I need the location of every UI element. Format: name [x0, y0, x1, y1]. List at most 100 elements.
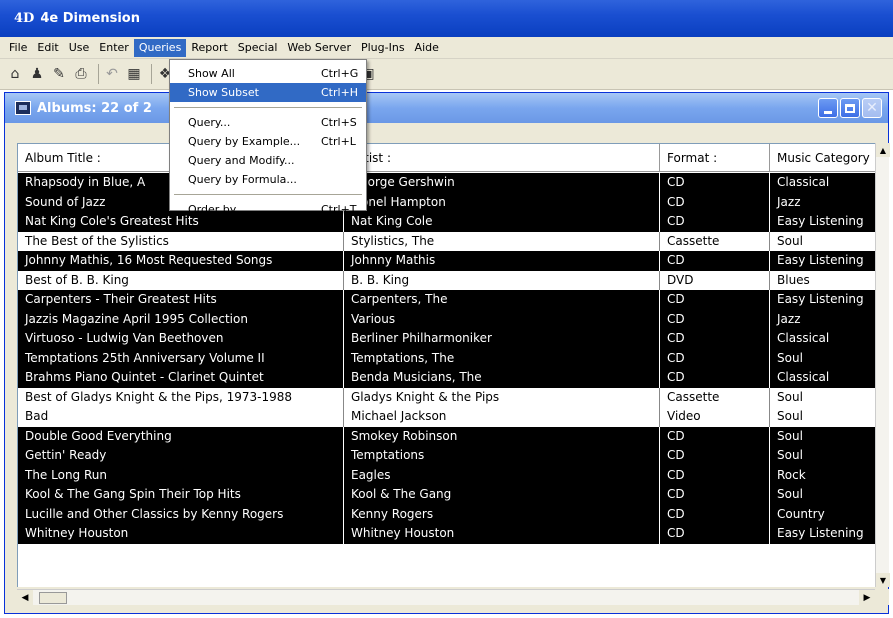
table-row[interactable]: Best of B. B. King B. B. King DVD Blues	[18, 270, 875, 290]
table-body: Rhapsody in Blue, A George Gershwin CD Clas…	[18, 173, 875, 544]
table-row[interactable]: Bad Michael Jackson Video Soul	[18, 407, 875, 427]
table-icon[interactable]: ▦	[125, 65, 143, 83]
cell-artist: Temptations, The	[344, 348, 660, 368]
menu-special[interactable]: Special	[233, 39, 283, 57]
cell-title: Lucille and Other Classics by Kenny Roge…	[18, 504, 344, 524]
table-row[interactable]: Carpenters - Their Greatest Hits Carpente…	[18, 290, 875, 310]
cell-format: CD	[660, 192, 770, 212]
menu-item-label: Query...	[188, 116, 231, 129]
table-row[interactable]: Gettin' Ready Temptations CD Soul	[18, 446, 875, 466]
table-row[interactable]: Nat King Cole's Greatest Hits Nat King Co…	[18, 212, 875, 232]
menu-file[interactable]: File	[4, 39, 32, 57]
scroll-down-arrow-icon[interactable]: ▼	[876, 573, 890, 587]
column-header-3[interactable]: Format :	[660, 144, 770, 172]
table-row[interactable]: Johnny Mathis, 16 Most Requested Songs Jo…	[18, 251, 875, 271]
menu-item-query[interactable]: Query... Ctrl+S	[170, 113, 366, 132]
cell-artist: Whitney Houston	[344, 524, 660, 544]
menu-edit[interactable]: Edit	[32, 39, 63, 57]
menu-item-show-all[interactable]: Show All Ctrl+G	[170, 64, 366, 83]
table-row[interactable]: Rhapsody in Blue, A George Gershwin CD Clas…	[18, 173, 875, 193]
cell-artist: Various	[344, 309, 660, 329]
column-header-4[interactable]: Music Category :	[770, 144, 875, 172]
scroll-left-arrow-icon[interactable]: ◀	[17, 590, 33, 605]
maximize-button[interactable]	[840, 98, 860, 118]
menu-item-label: Query by Formula...	[188, 173, 297, 186]
maximize-icon	[845, 103, 855, 113]
cell-category: Soul	[777, 409, 803, 423]
menu-item-query-by-example[interactable]: Query by Example... Ctrl+L	[170, 132, 366, 151]
menu-web-server[interactable]: Web Server	[282, 39, 356, 57]
cell-title: Jazzis Magazine April 1995 Collection	[18, 309, 344, 329]
cell-artist: Eagles	[344, 465, 660, 485]
table-row[interactable]: The Best of the Sylistics Stylistics, The…	[18, 231, 875, 251]
menu-separator	[174, 194, 362, 195]
cell-title: Temptations 25th Anniversary Volume II	[18, 348, 344, 368]
cell-format: CD	[660, 465, 770, 485]
cell-format: CD	[660, 426, 770, 446]
menu-item-shortcut: Ctrl+H	[321, 86, 359, 99]
queries-dropdown-menu: Show All Ctrl+G Show Subset Ctrl+H Query... C…	[169, 59, 367, 216]
menu-item-label: Query and Modify...	[188, 154, 295, 167]
menu-item-query-and-modify[interactable]: Query and Modify...	[170, 151, 366, 170]
scroll-right-arrow-icon[interactable]: ▶	[859, 590, 875, 605]
minimize-button[interactable]	[818, 98, 838, 118]
cell-category: Country	[777, 506, 825, 521]
cell-title: The Best of the Sylistics	[18, 231, 344, 251]
resize-grip-icon[interactable]	[875, 589, 889, 605]
table-row[interactable]: Double Good Everything Smokey Robinson CD S…	[18, 426, 875, 446]
cell-format: CD	[660, 329, 770, 349]
cell-title: Brahms Piano Quintet - Clarinet Quintet	[18, 368, 344, 388]
cell-category: Easy Listening	[777, 292, 864, 306]
scroll-up-arrow-icon[interactable]: ▲	[876, 143, 890, 157]
cell-artist: Stylistics, The	[344, 231, 660, 251]
table-row[interactable]: Lucille and Other Classics by Kenny Roge…	[18, 504, 875, 524]
cell-format: CD	[660, 173, 770, 193]
cell-artist: Gladys Knight & the Pips	[344, 387, 660, 407]
cell-format: CD	[660, 251, 770, 271]
horizontal-scrollbar[interactable]: ◀ ▶	[17, 589, 875, 605]
column-header-2[interactable]: Artist :	[344, 144, 660, 172]
open-folder-icon[interactable]: ⌂	[6, 65, 24, 83]
cell-title: Best of B. B. King	[18, 270, 344, 290]
menu-use[interactable]: Use	[64, 39, 95, 57]
toolbar: ⌂♟✎⎙↶▦❖✂⚲⚲⧉▤✐⚿▣	[0, 59, 893, 90]
albums-window-title-bar[interactable]: Albums: 22 of 2 ✕	[5, 93, 888, 123]
albums-window-title: Albums: 22 of 2	[37, 100, 152, 116]
cell-category: Jazz	[777, 194, 801, 209]
close-button[interactable]: ✕	[862, 98, 882, 118]
cell-format: CD	[660, 446, 770, 466]
table-row[interactable]: Virtuoso - Ludwig Van Beethoven Berliner …	[18, 329, 875, 349]
table-row[interactable]: Sound of Jazz Lionel Hampton CD Jazz	[18, 192, 875, 212]
table-row[interactable]: Best of Gladys Knight & the Pips, 1973-1…	[18, 387, 875, 407]
table-row[interactable]: Brahms Piano Quintet - Clarinet Quintet B…	[18, 368, 875, 388]
cell-category: Jazz	[777, 311, 801, 326]
undo-icon[interactable]: ↶	[103, 65, 121, 83]
menu-item-label: Query by Example...	[188, 135, 301, 148]
records-table: Album Title : Artist : Format : Music Categ…	[17, 143, 875, 587]
table-row[interactable]: Jazzis Magazine April 1995 Collection Var…	[18, 309, 875, 329]
vertical-scrollbar[interactable]: ▲ ▼	[875, 143, 890, 587]
bucket-icon[interactable]: ♟	[28, 65, 46, 83]
horizontal-scroll-thumb[interactable]	[39, 592, 67, 604]
menu-queries[interactable]: Queries	[133, 38, 187, 57]
menu-plug-ins[interactable]: Plug-Ins	[356, 39, 410, 57]
cell-format: CD	[660, 524, 770, 544]
menu-item-query-by-formula[interactable]: Query by Formula...	[170, 170, 366, 189]
app-title: 4e Dimension	[40, 11, 140, 26]
table-row[interactable]: Whitney Houston Whitney Houston CD Easy Lis…	[18, 524, 875, 544]
table-row[interactable]: Kool & The Gang Spin Their Top Hits Kool …	[18, 485, 875, 505]
table-header: Album Title : Artist : Format : Music Categ…	[18, 144, 875, 172]
menu-item-show-subset[interactable]: Show Subset Ctrl+H	[170, 83, 366, 102]
cell-format: CD	[660, 212, 770, 232]
menu-enter[interactable]: Enter	[94, 39, 134, 57]
menu-aide[interactable]: Aide	[410, 39, 444, 57]
table-row[interactable]: Temptations 25th Anniversary Volume II Te…	[18, 348, 875, 368]
menu-report[interactable]: Report	[186, 39, 232, 57]
printer-icon[interactable]: ⎙	[72, 65, 90, 83]
cell-artist: B. B. King	[344, 270, 660, 290]
cell-title: Bad	[18, 407, 344, 427]
cell-category: Classical	[777, 370, 830, 384]
menu-item-order-by[interactable]: Order by... Ctrl+T	[170, 200, 366, 219]
table-row[interactable]: The Long Run Eagles CD Rock	[18, 465, 875, 485]
brush-icon[interactable]: ✎	[50, 65, 68, 83]
